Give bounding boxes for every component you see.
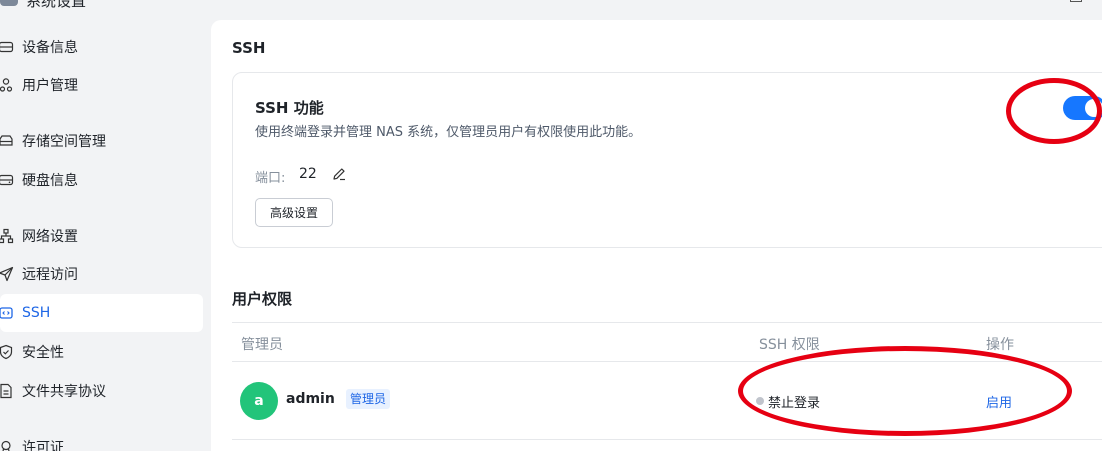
ssh-settings-card: SSH 功能 使用终端登录并管理 NAS 系统，仅管理员用户有权限使用此功能。 … [232,72,1102,248]
table-row: a admin 管理员 禁止登录 启用 [232,362,1102,440]
avatar: a [240,382,278,420]
ssh-icon [0,305,14,321]
sidebar-item-license[interactable]: 许可证 [0,428,203,451]
shield-icon [0,344,14,360]
column-header-admin: 管理员 [241,337,283,353]
sidebar-item-label: 存储空间管理 [22,134,106,150]
sidebar-item-label: 网络设置 [22,229,78,245]
sidebar-item-label: 用户管理 [22,78,78,94]
ssh-feature-title: SSH 功能 [255,99,324,117]
advanced-settings-button[interactable]: 高级设置 [255,198,333,227]
toggle-knob [1085,99,1102,117]
license-icon [0,439,14,451]
file-icon [0,383,14,399]
network-icon [0,228,14,244]
table-header: 管理员 SSH 权限 操作 [232,322,1102,362]
username: admin [286,391,335,407]
enable-ssh-link[interactable]: 启用 [986,392,1012,411]
sidebar-item-ssh[interactable]: SSH [0,294,203,332]
sidebar-item-network[interactable]: 网络设置 [0,217,203,255]
ssh-toggle-switch[interactable] [1063,96,1102,120]
storage-icon [0,133,14,149]
sidebar-item-label: 安全性 [22,345,64,361]
title-bar: 系统设置 [0,0,1102,12]
sidebar-item-users[interactable]: 用户管理 [0,66,203,104]
permissions-title: 用户权限 [232,290,293,308]
sidebar-item-disk[interactable]: 硬盘信息 [0,161,203,199]
main-panel: SSH SSH 功能 使用终端登录并管理 NAS 系统，仅管理员用户有权限使用此… [211,20,1102,451]
column-header-actions: 操作 [986,337,1014,353]
edit-pencil-icon[interactable] [331,166,347,182]
status-dot-icon [756,397,764,405]
sidebar-item-label: 远程访问 [22,267,78,283]
sidebar-item-device-info[interactable]: 设备信息 [0,28,203,66]
app-window: 系统设置 设备信息 用户管理 存储空间管理 硬盘信息 网络设置 远程访问 SSH… [0,0,1102,451]
sidebar-item-label: SSH [22,305,51,321]
settings-app-icon [0,0,18,6]
sidebar-item-security[interactable]: 安全性 [0,333,203,371]
port-label: 端口: [255,171,286,186]
window-title: 系统设置 [26,0,87,10]
sidebar-item-storage[interactable]: 存储空间管理 [0,122,203,160]
device-info-icon [0,39,14,55]
sidebar-item-label: 文件共享协议 [22,384,106,400]
sidebar-item-label: 设备信息 [22,40,78,56]
sidebar-item-file-sharing[interactable]: 文件共享协议 [0,372,203,410]
users-icon [0,77,14,93]
disk-icon [0,172,14,188]
sidebar: 设备信息 用户管理 存储空间管理 硬盘信息 网络设置 远程访问 SSH 安全性 … [0,20,211,451]
page-title: SSH [232,39,266,57]
minimize-icon[interactable] [1070,0,1082,2]
ssh-feature-description: 使用终端登录并管理 NAS 系统，仅管理员用户有权限使用此功能。 [255,125,642,140]
sidebar-item-remote-access[interactable]: 远程访问 [0,255,203,293]
role-badge: 管理员 [346,389,391,409]
column-header-ssh-permission: SSH 权限 [759,337,820,353]
port-value: 22 [299,166,317,182]
ssh-permission-status: 禁止登录 [768,396,821,411]
sidebar-item-label: 许可证 [22,440,64,451]
send-icon [0,266,14,282]
sidebar-item-label: 硬盘信息 [22,173,78,189]
